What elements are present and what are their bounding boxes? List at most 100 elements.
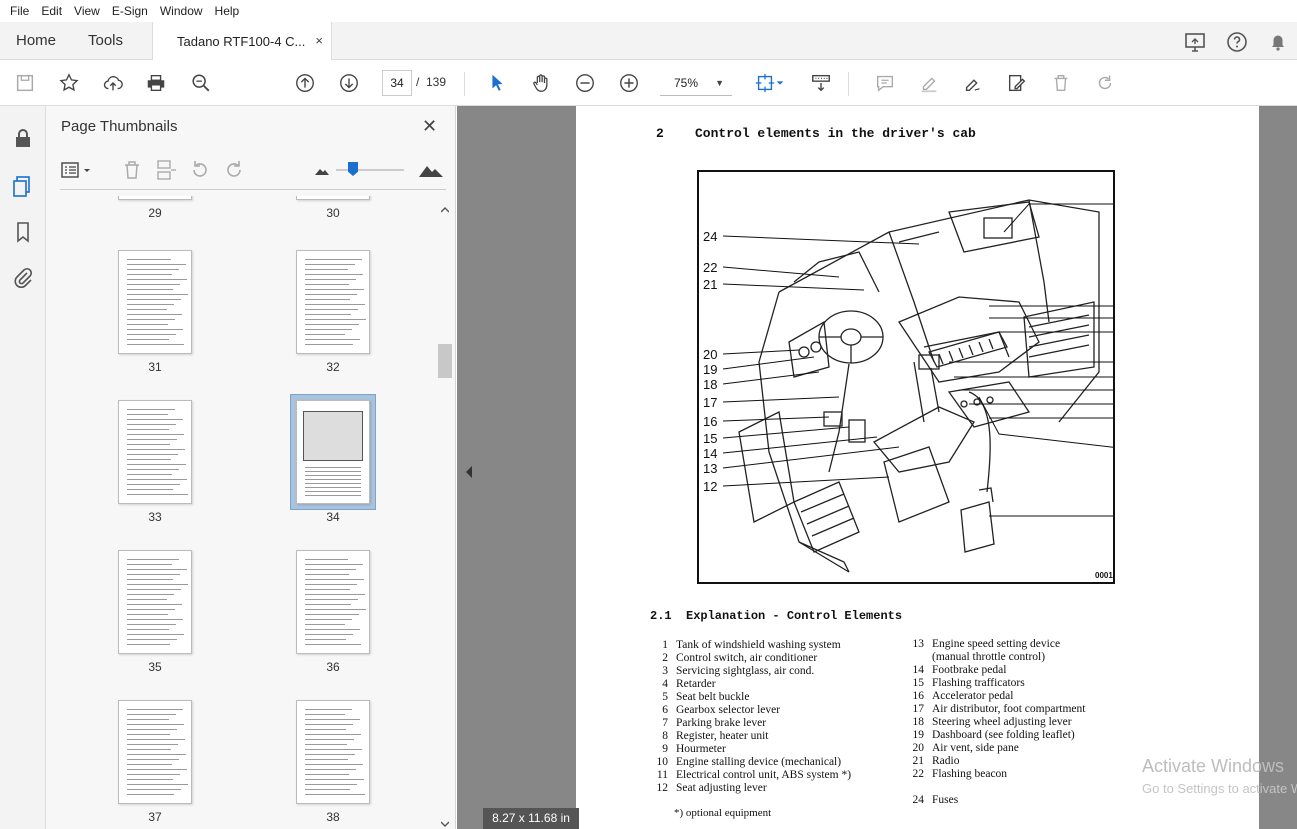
document-viewer[interactable]: 2 Control elements in the driver's cab 2… — [457, 106, 1297, 829]
delete-page-icon[interactable] — [120, 158, 144, 182]
page-thumbnail[interactable] — [118, 700, 192, 804]
rotate-clockwise-icon[interactable] — [222, 158, 246, 182]
bookmark-icon[interactable] — [11, 220, 35, 244]
callout-label: 12 — [703, 479, 717, 494]
page-thumbnail[interactable] — [296, 196, 370, 200]
notifications-bell-icon[interactable] — [1266, 30, 1290, 54]
fit-options-chevron-icon[interactable] — [774, 70, 786, 96]
page-thumbnail[interactable] — [296, 250, 370, 354]
legend-item-number: 19 — [912, 729, 925, 741]
help-icon[interactable] — [1225, 30, 1249, 54]
zoom-level-dropdown[interactable]: 75% ▼ — [660, 70, 732, 96]
page-number-input[interactable]: 34 — [382, 70, 412, 96]
toolbar-divider — [464, 72, 465, 96]
legend-item-number: 13 — [912, 638, 925, 650]
zoom-search-icon[interactable] — [188, 70, 214, 96]
print-icon[interactable] — [143, 70, 169, 96]
legend-item: 19 Dashboard (see folding leaflet) — [906, 729, 1085, 742]
legend-left-column: 1 Tank of windshield washing system 2 Contr… — [650, 639, 852, 795]
page-thumbnail[interactable] — [118, 196, 192, 200]
thumbnail-page-number: 32 — [326, 360, 340, 374]
delete-trash-icon[interactable] — [1048, 70, 1074, 96]
previous-page-icon[interactable] — [292, 70, 318, 96]
page-thumbnail[interactable] — [118, 400, 192, 504]
callout-label: 16 — [703, 414, 717, 429]
menu-edit[interactable]: Edit — [35, 4, 68, 18]
legend-item: 7 Parking brake lever — [650, 717, 851, 730]
page-thumbnail[interactable] — [118, 250, 192, 354]
legend-item-text: Gearbox selector lever — [676, 704, 781, 716]
redo-icon[interactable] — [1092, 70, 1118, 96]
legend-item-text: Fuses — [932, 794, 959, 806]
zoom-in-icon[interactable] — [616, 70, 642, 96]
menu-file[interactable]: File — [4, 4, 35, 18]
menu-esign[interactable]: E-Sign — [106, 4, 154, 18]
legend-item-number: 7 — [662, 717, 668, 729]
menu-help[interactable]: Help — [209, 4, 246, 18]
thumbnail-options-icon[interactable] — [60, 158, 96, 182]
comment-icon[interactable] — [872, 70, 898, 96]
close-panel-icon[interactable]: ✕ — [422, 116, 437, 137]
bookmark-star-icon[interactable] — [56, 70, 82, 96]
thumbnail-page-number: 29 — [148, 206, 162, 220]
collapse-panel-icon[interactable] — [465, 466, 473, 478]
next-page-icon[interactable] — [336, 70, 362, 96]
legend-item: 11 Electrical control unit, ABS system *) — [650, 769, 851, 782]
thumbnail-page-number: 34 — [326, 510, 340, 524]
hand-tool-icon[interactable] — [528, 70, 554, 96]
main-toolbar: 34 / 139 75% ▼ — [0, 60, 1297, 106]
legend-item-number: 6 — [662, 704, 668, 716]
zoom-out-icon[interactable] — [572, 70, 598, 96]
page-size-badge: 8.27 x 11.68 in — [483, 808, 579, 829]
fill-sign-icon[interactable] — [1004, 70, 1030, 96]
legend-item-text: Hourmeter — [676, 743, 726, 755]
lock-icon[interactable] — [11, 126, 35, 150]
rotate-counterclockwise-icon[interactable] — [188, 158, 212, 182]
legend-item-number: 11 — [656, 769, 668, 781]
small-thumbnail-mountain-icon[interactable] — [314, 162, 330, 178]
cloud-upload-icon[interactable] — [100, 70, 126, 96]
thumbnail-size-slider[interactable] — [336, 160, 404, 180]
legend-item-number: 18 — [912, 716, 925, 728]
close-tab-icon[interactable]: × — [315, 33, 323, 48]
slider-handle[interactable] — [348, 162, 358, 176]
callout-label: 14 — [703, 446, 717, 461]
scroll-down-icon[interactable] — [440, 816, 450, 827]
scroll-up-icon[interactable] — [440, 202, 450, 213]
tab-bar: Home Tools Tadano RTF100-4 C... × — [0, 22, 1297, 61]
highlight-pen-icon[interactable] — [916, 70, 942, 96]
large-thumbnail-mountain-icon[interactable] — [418, 158, 444, 180]
page-total: 139 — [426, 75, 447, 89]
draw-signature-icon[interactable] — [960, 70, 986, 96]
page-thumbnail[interactable] — [296, 700, 370, 804]
insert-page-icon[interactable] — [154, 158, 178, 182]
page-thumbnails-icon[interactable] — [11, 174, 35, 198]
legend-item: 1 Tank of windshield washing system — [650, 639, 851, 652]
save-icon[interactable] — [12, 70, 38, 96]
footnote: *) optional equipment — [674, 807, 772, 819]
legend-item-text: Register, heater unit — [676, 730, 769, 742]
left-navigation-rail — [0, 106, 46, 829]
select-cursor-icon[interactable] — [484, 70, 510, 96]
legend-item-number: 9 — [662, 743, 668, 755]
tab-home[interactable]: Home — [16, 32, 56, 49]
menu-window[interactable]: Window — [154, 4, 209, 18]
page-thumbnail[interactable] — [296, 550, 370, 654]
scrollbar-thumb[interactable] — [438, 344, 452, 378]
legend-item: 24 Fuses — [906, 794, 1085, 807]
menu-view[interactable]: View — [68, 4, 106, 18]
cab-diagram-figure: 1 24 22 21 3 4 5 20 19 18 6 7 8 9 17 2 1 — [697, 170, 1115, 584]
scroll-mode-icon[interactable] — [808, 70, 834, 96]
legend-item-text: Flashing beacon — [932, 768, 1008, 780]
panel-divider — [60, 189, 446, 190]
thumbnail-scrollbar[interactable] — [438, 196, 452, 829]
legend-item: 13 Engine speed setting device — [906, 638, 1085, 651]
page-thumbnail[interactable] — [118, 550, 192, 654]
pdf-page: 2 Control elements in the driver's cab 2… — [576, 106, 1259, 829]
attachment-paperclip-icon[interactable] — [11, 266, 35, 290]
tab-tools[interactable]: Tools — [88, 32, 123, 49]
tab-document[interactable]: Tadano RTF100-4 C... × — [152, 22, 332, 61]
chevron-down-icon: ▼ — [715, 78, 724, 88]
share-screen-icon[interactable] — [1183, 30, 1207, 54]
page-thumbnail[interactable] — [296, 400, 370, 504]
